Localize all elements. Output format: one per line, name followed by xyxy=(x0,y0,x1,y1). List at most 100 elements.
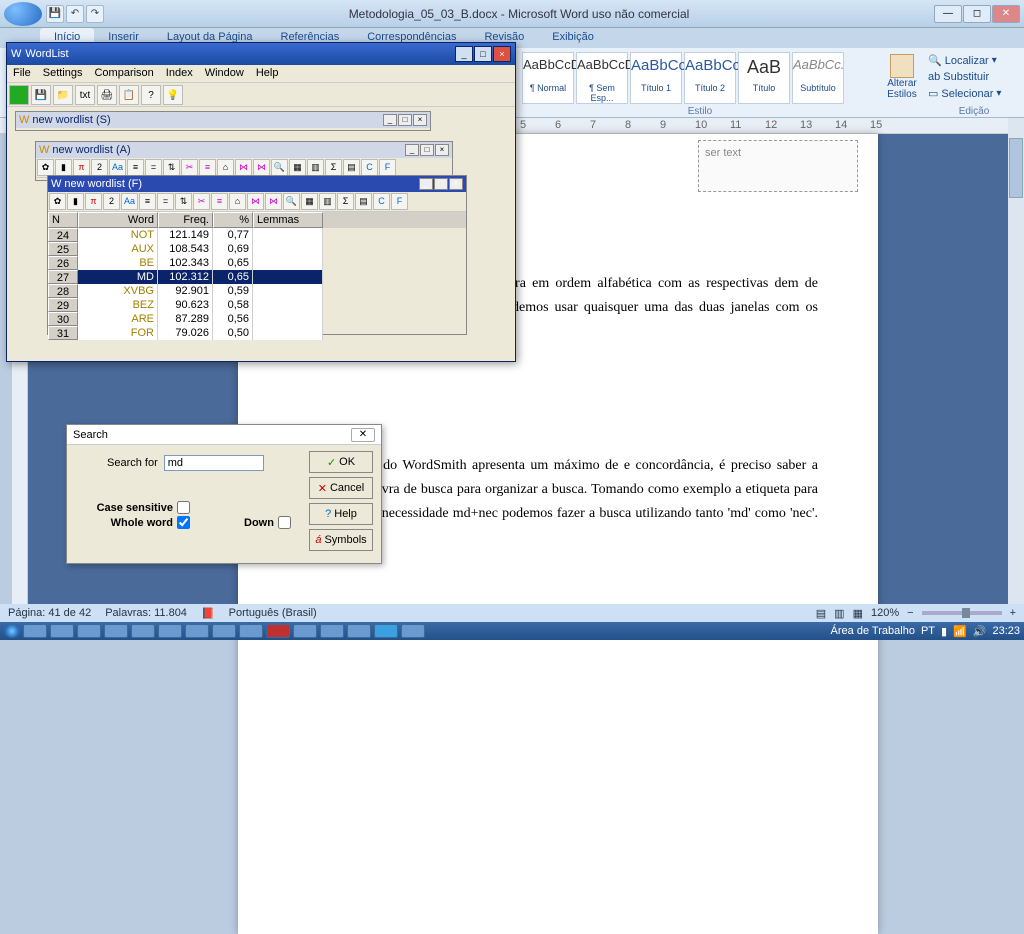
tool-icon[interactable]: C xyxy=(373,193,390,210)
tool-icon[interactable]: ✂ xyxy=(181,159,198,176)
maximize-button[interactable]: □ xyxy=(398,114,412,126)
tool-icon[interactable]: ≡ xyxy=(211,193,228,210)
tool-icon[interactable]: ▤ xyxy=(343,159,360,176)
close-button[interactable]: ✕ xyxy=(992,5,1020,23)
taskbar-app-icon[interactable] xyxy=(131,624,155,638)
tool-icon[interactable]: ⇅ xyxy=(175,193,192,210)
taskbar-app-icon[interactable] xyxy=(401,624,425,638)
symbols-button[interactable]: áSymbols xyxy=(309,529,373,551)
tool-icon[interactable]: ▥ xyxy=(319,193,336,210)
wordlist-titlebar[interactable]: W WordList _ □ × xyxy=(7,43,515,65)
down-checkbox[interactable] xyxy=(278,516,291,529)
tool-icon[interactable]: ⋈ xyxy=(235,159,252,176)
style-subtitulo[interactable]: AaBbCc.Subtítulo xyxy=(792,52,844,104)
menu-help[interactable]: Help xyxy=(256,67,279,80)
taskbar-word-icon[interactable] xyxy=(239,624,263,638)
taskbar-app-icon[interactable] xyxy=(347,624,371,638)
tool-icon[interactable]: ▦ xyxy=(301,193,318,210)
tool-icon[interactable]: = xyxy=(145,159,162,176)
minimize-button[interactable]: _ xyxy=(455,46,473,62)
open-icon[interactable]: 📁 xyxy=(53,85,73,105)
tool-icon[interactable]: π xyxy=(85,193,102,210)
maximize-button[interactable]: □ xyxy=(420,144,434,156)
style-titulo[interactable]: AaBTítulo xyxy=(738,52,790,104)
tool-icon[interactable]: ▦ xyxy=(289,159,306,176)
bulb-icon[interactable]: 💡 xyxy=(163,85,183,105)
tool-icon[interactable]: ⇅ xyxy=(163,159,180,176)
table-row[interactable]: 29BEZ90.6230,58 xyxy=(48,298,466,312)
page-indicator[interactable]: Página: 41 de 42 xyxy=(8,607,91,619)
go-icon[interactable] xyxy=(9,85,29,105)
tool-icon[interactable]: ≡ xyxy=(127,159,144,176)
table-row[interactable]: 27MD102.3120,65 xyxy=(48,270,466,284)
cancel-button[interactable]: ✕Cancel xyxy=(309,477,373,499)
tool-icon[interactable]: ⋈ xyxy=(265,193,282,210)
tool-icon[interactable]: Aa xyxy=(121,193,138,210)
undo-icon[interactable]: ↶ xyxy=(66,5,84,23)
style-sem-esp[interactable]: AaBbCcDc¶ Sem Esp... xyxy=(576,52,628,104)
taskbar-app-icon[interactable] xyxy=(185,624,209,638)
tool-icon[interactable]: ⌂ xyxy=(229,193,246,210)
scrollbar-thumb[interactable] xyxy=(1009,138,1023,198)
tool-icon[interactable]: π xyxy=(73,159,90,176)
tool-icon[interactable]: Aa xyxy=(109,159,126,176)
tool-icon[interactable]: ✿ xyxy=(37,159,54,176)
tool-icon[interactable]: = xyxy=(157,193,174,210)
proofing-icon[interactable]: 📕 xyxy=(201,607,215,620)
language-indicator[interactable]: Português (Brasil) xyxy=(229,607,317,619)
tool-icon[interactable]: 2 xyxy=(91,159,108,176)
subwindow-f-titlebar[interactable]: W new wordlist (F) _□× xyxy=(48,176,466,192)
close-button[interactable]: × xyxy=(435,144,449,156)
tool-icon[interactable]: ▮ xyxy=(67,193,84,210)
table-row[interactable]: 30ARE87.2890,56 xyxy=(48,312,466,326)
menu-window[interactable]: Window xyxy=(205,67,244,80)
office-orb[interactable] xyxy=(4,2,42,26)
taskbar-chrome-icon[interactable] xyxy=(158,624,182,638)
find-button[interactable]: 🔍Localizar ▾ xyxy=(928,52,1018,69)
search-dialog-titlebar[interactable]: Search ✕ xyxy=(67,425,381,445)
table-row[interactable]: 26BE102.3430,65 xyxy=(48,256,466,270)
style-gallery[interactable]: AaBbCcDc¶ Normal AaBbCcDc¶ Sem Esp... Aa… xyxy=(522,52,844,104)
tool-icon[interactable]: ⋈ xyxy=(247,193,264,210)
subwindow-s-titlebar[interactable]: W new wordlist (S) _□× xyxy=(16,112,430,128)
view-web-icon[interactable]: ▦ xyxy=(853,607,863,620)
minimize-button[interactable]: _ xyxy=(405,144,419,156)
taskbar-app-icon[interactable] xyxy=(77,624,101,638)
redo-icon[interactable]: ↷ xyxy=(86,5,104,23)
style-normal[interactable]: AaBbCcDc¶ Normal xyxy=(522,52,574,104)
ok-button[interactable]: ✓OK xyxy=(309,451,373,473)
taskbar-app-icon[interactable] xyxy=(293,624,317,638)
table-row[interactable]: 31FOR79.0260,50 xyxy=(48,326,466,340)
tool-icon[interactable]: 🔍 xyxy=(271,159,288,176)
taskbar-pdf-icon[interactable] xyxy=(266,624,290,638)
tray-flag-icon[interactable]: ▮ xyxy=(941,625,947,638)
tray-clock[interactable]: 23:23 xyxy=(992,625,1020,637)
tool-icon[interactable]: ⌂ xyxy=(217,159,234,176)
tool-icon[interactable]: 🔍 xyxy=(283,193,300,210)
close-button[interactable]: × xyxy=(413,114,427,126)
taskbar-app-icon[interactable] xyxy=(212,624,236,638)
tool-icon[interactable]: F xyxy=(379,159,396,176)
tray-label[interactable]: Área de Trabalho xyxy=(831,625,915,637)
taskbar-skype-icon[interactable] xyxy=(374,624,398,638)
tray-volume-icon[interactable]: 🔊 xyxy=(973,625,987,638)
close-button[interactable]: × xyxy=(449,178,463,190)
table-row[interactable]: 25AUX108.5430,69 xyxy=(48,242,466,256)
help-icon[interactable]: ? xyxy=(141,85,161,105)
word-count[interactable]: Palavras: 11.804 xyxy=(105,607,187,619)
replace-button[interactable]: abSubstituir xyxy=(928,69,1018,85)
tool-icon[interactable]: ≡ xyxy=(199,159,216,176)
tool-icon[interactable]: ⋈ xyxy=(253,159,270,176)
menu-index[interactable]: Index xyxy=(166,67,193,80)
table-row[interactable]: 28XVBG92.9010,59 xyxy=(48,284,466,298)
tool-icon[interactable]: ✂ xyxy=(193,193,210,210)
print-icon[interactable]: 🖨 xyxy=(97,85,117,105)
zoom-slider[interactable] xyxy=(922,611,1002,615)
tool-icon[interactable]: ▮ xyxy=(55,159,72,176)
tool-icon[interactable]: 2 xyxy=(103,193,120,210)
zoom-level[interactable]: 120% xyxy=(871,607,899,619)
taskbar-app-icon[interactable] xyxy=(104,624,128,638)
tool-icon[interactable]: Σ xyxy=(325,159,342,176)
case-sensitive-checkbox[interactable] xyxy=(177,501,190,514)
wordlist-grid[interactable]: N Word Freq. % Lemmas 24NOT121.1490,7725… xyxy=(48,212,466,340)
